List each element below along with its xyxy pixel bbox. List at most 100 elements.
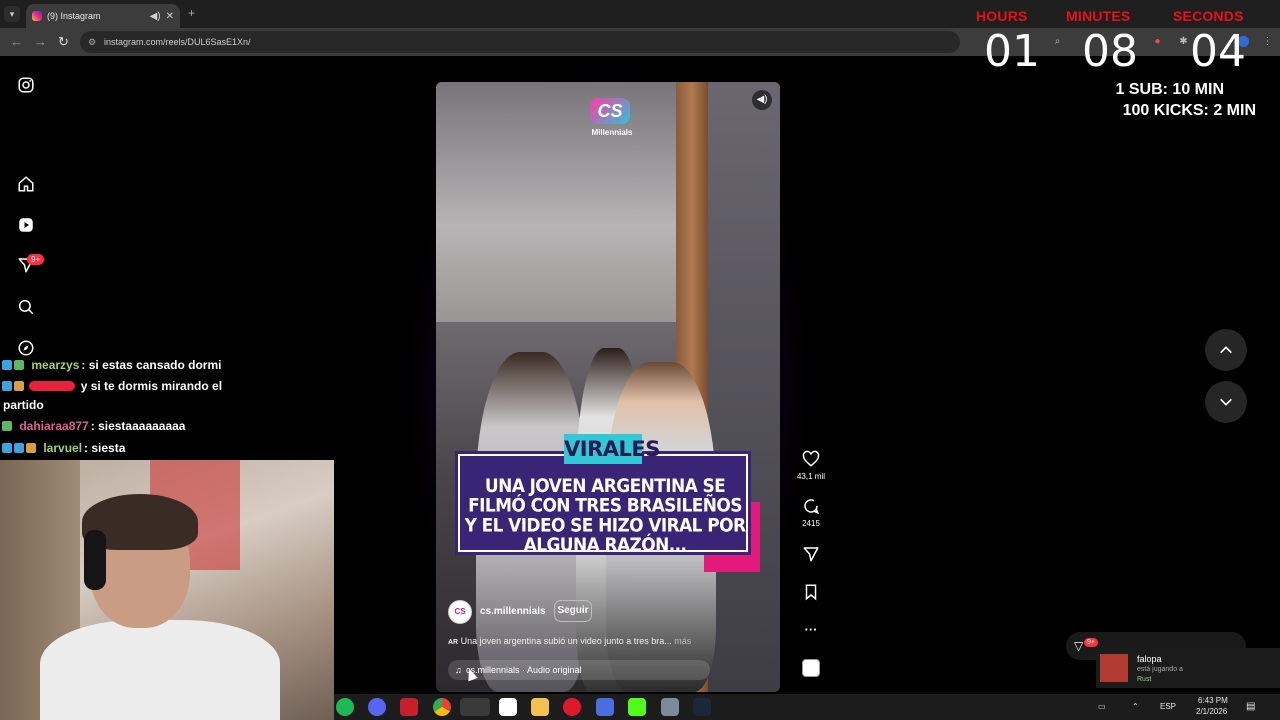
calculator-icon[interactable] — [661, 698, 679, 716]
chrome-icon[interactable] — [433, 698, 451, 716]
rust-game-icon — [1100, 654, 1128, 682]
reel-video[interactable]: CS Millennials ◀) UNA JOVEN ARGENTINA SE… — [436, 82, 780, 692]
caption-more-link[interactable]: más — [674, 636, 691, 646]
more-options-icon[interactable]: ··· — [794, 622, 828, 637]
webcam-person-shirt — [40, 620, 280, 720]
hours-label: HOURS — [976, 8, 1028, 24]
opera-icon[interactable] — [563, 698, 581, 716]
discord-icon[interactable] — [368, 698, 386, 716]
seconds-label: SECONDS — [1173, 8, 1244, 24]
instagram-sidebar — [0, 58, 60, 358]
share-icon — [803, 547, 819, 562]
chat-badge-icon — [14, 360, 24, 370]
comment-button[interactable]: 2415 — [794, 497, 828, 528]
chat-badge-icon — [14, 381, 24, 391]
reload-icon[interactable]: ↻ — [58, 34, 69, 50]
new-tab-button[interactable]: + — [188, 6, 195, 20]
save-button[interactable] — [794, 583, 828, 601]
chat-username: dahiaraa877 — [19, 419, 89, 433]
like-button[interactable]: 43,1 mil — [794, 450, 828, 481]
chat-message: larvuel: siesta — [2, 441, 125, 455]
seconds-value: 04 — [1190, 26, 1246, 77]
game-activity-toast[interactable]: falopa está jugando a Rust — [1096, 648, 1280, 688]
obs-icon[interactable] — [460, 698, 490, 716]
kick-icon[interactable] — [628, 698, 646, 716]
home-icon[interactable] — [17, 175, 35, 193]
audio-text: cs.millennials · Audio original — [466, 665, 582, 675]
chat-username: mearzys — [31, 358, 80, 372]
chat-text: : siestaaaaaaaaa — [90, 419, 186, 433]
chat-badge-icon — [2, 381, 12, 391]
caption-text: Una joven argentina subió un video junto… — [460, 636, 672, 646]
volume-icon[interactable]: ◀) — [752, 90, 772, 110]
bookmark-icon — [805, 584, 817, 601]
chat-badge-icon — [2, 360, 12, 370]
chat-text: y si te dormis mirando el — [80, 379, 223, 393]
messages-notification-badge: 9+ — [27, 254, 45, 265]
toast-status: está jugando a — [1137, 666, 1183, 673]
instagram-logo-icon[interactable] — [17, 76, 35, 94]
tab-search-dropdown[interactable]: ▾ — [4, 6, 20, 22]
reel-caption[interactable]: AR Una joven argentina subió un video ju… — [448, 636, 691, 646]
instagram-favicon-icon — [32, 11, 42, 21]
virales-tag: VIRALES — [564, 434, 660, 464]
back-icon[interactable]: ← — [10, 34, 23, 49]
clock-time[interactable]: 6:43 PM — [1198, 696, 1228, 705]
caption-flag: AR — [448, 639, 459, 646]
minutes-label: MINUTES — [1066, 8, 1131, 24]
address-bar[interactable]: ⚙ instagram.com/reels/DUL6SasE1Xn/ — [80, 31, 960, 53]
kicks-rule: 100 KICKS: 2 MIN — [1122, 102, 1256, 119]
keyboard-icon[interactable]: ▭ — [1098, 702, 1106, 711]
url-text: instagram.com/reels/DUL6SasE1Xn/ — [104, 37, 251, 47]
stream-timer-overlay: HOURS MINUTES SECONDS 01 08 04 1 SUB: 10… — [964, 0, 1280, 124]
hours-value: 01 — [984, 26, 1040, 77]
share-button[interactable] — [794, 545, 828, 563]
headline-text: UNA JOVEN ARGENTINA SE FILMÓ CON TRES BR… — [464, 475, 746, 557]
follow-button[interactable]: Seguir — [554, 600, 592, 622]
tray-overflow-icon[interactable]: ⌃ — [1132, 702, 1139, 711]
previous-reel-button[interactable] — [1205, 329, 1247, 371]
cs-logo-mark: CS — [590, 98, 630, 124]
tab-instagram[interactable]: (9) Instagram ◀) ✕ — [26, 4, 180, 28]
webcam-feed — [0, 460, 334, 720]
audio-thumbnail[interactable] — [802, 659, 820, 677]
headline-box: UNA JOVEN ARGENTINA SE FILMÓ CON TRES BR… — [455, 451, 751, 557]
minutes-value: 08 — [1082, 26, 1138, 77]
author-name[interactable]: cs.millennials — [480, 606, 546, 617]
headset-icon — [84, 530, 106, 590]
system-tray: ▭ ⌃ ESP 6:43 PM 2/1/2026 ▤ — [1092, 694, 1272, 720]
chat-badge-icon — [26, 443, 36, 453]
heart-icon — [802, 450, 820, 467]
speaker-icon[interactable]: ◀) — [150, 11, 161, 22]
messages-icon: ▽ — [1074, 639, 1084, 653]
explore-icon[interactable] — [17, 339, 35, 357]
chat-text: : siesta — [84, 441, 126, 455]
app-icon[interactable] — [400, 698, 418, 716]
reels-icon[interactable] — [17, 216, 35, 234]
windows-taskbar: ▭ ⌃ ESP 6:43 PM 2/1/2026 ▤ — [334, 694, 1280, 720]
audio-link[interactable]: ♫ cs.millennials · Audio original — [448, 660, 710, 680]
next-reel-button[interactable] — [1205, 381, 1247, 423]
author-avatar[interactable]: CS — [448, 600, 472, 624]
chat-text: : si estas cansado dormi — [81, 358, 222, 372]
chat-message: y si te dormis mirando el — [2, 379, 222, 393]
chat-badge-icon — [2, 421, 12, 431]
steam-icon[interactable] — [693, 698, 711, 716]
author-row: CS cs.millennials Seguir — [448, 600, 748, 624]
search-icon[interactable] — [17, 298, 35, 316]
censored-username — [29, 381, 76, 391]
music-note-icon: ♫ — [455, 665, 462, 675]
site-info-icon[interactable]: ⚙ — [88, 31, 96, 53]
app-icon[interactable] — [596, 698, 614, 716]
forward-icon[interactable]: → — [34, 34, 47, 49]
close-icon[interactable]: ✕ — [166, 11, 174, 22]
language-indicator[interactable]: ESP — [1160, 702, 1176, 711]
folder-icon[interactable] — [531, 698, 549, 716]
toast-username: falopa — [1137, 654, 1162, 664]
chevron-down-icon — [1220, 398, 1232, 406]
chat-badge-icon — [14, 443, 24, 453]
clock-date[interactable]: 2/1/2026 — [1196, 707, 1227, 716]
notifications-icon[interactable]: ▤ — [1246, 701, 1255, 712]
spotify-icon[interactable] — [336, 698, 354, 716]
app-icon[interactable] — [499, 698, 517, 716]
